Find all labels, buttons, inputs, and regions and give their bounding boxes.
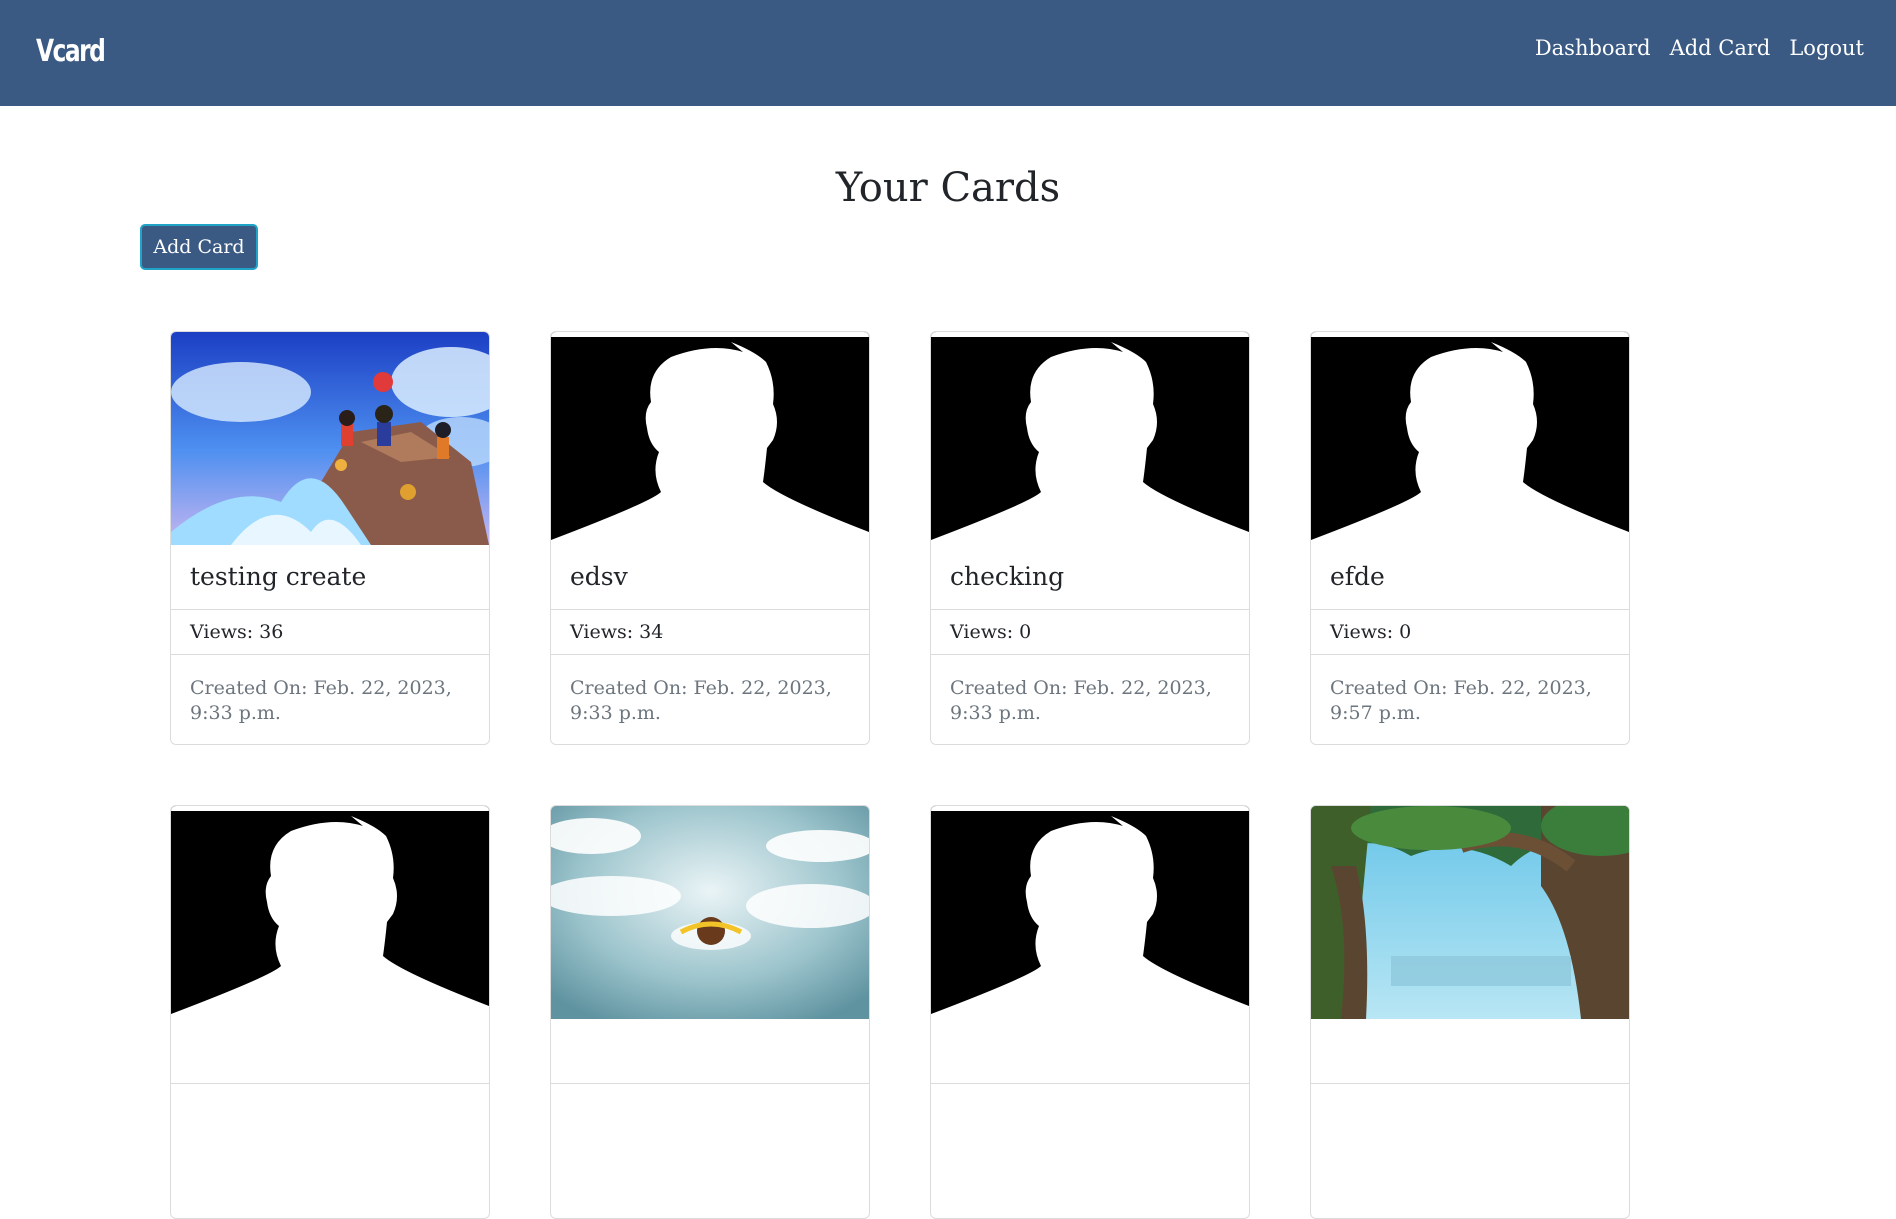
card-title <box>171 1019 489 1084</box>
card[interactable]: checking Views: 0 Created On: Feb. 22, 2… <box>930 331 1250 745</box>
nav-link-add-card[interactable]: Add Card <box>1670 36 1771 60</box>
top-navbar: Vcard Dashboard Add Card Logout <box>0 0 1896 106</box>
page-title: Your Cards <box>835 165 1061 211</box>
nav-link-logout[interactable]: Logout <box>1789 36 1864 60</box>
card[interactable] <box>930 805 1250 1219</box>
card-views: Views: 0 <box>931 610 1249 655</box>
card-grid: testing create Views: 36 Created On: Feb… <box>170 331 1630 1219</box>
nav-links: Dashboard Add Card Logout <box>1535 36 1864 60</box>
card-title: efde <box>1311 545 1629 610</box>
card[interactable]: edsv Views: 34 Created On: Feb. 22, 2023… <box>550 331 870 745</box>
card-image-silhouette <box>171 806 489 1019</box>
card-title: edsv <box>551 545 869 610</box>
card-title <box>1311 1019 1629 1084</box>
card-image-anime-beach <box>171 332 489 545</box>
card-image-forest-tree <box>1311 806 1629 1019</box>
card-created-date: Created On: Feb. 22, 2023, 9:33 p.m. <box>570 677 832 724</box>
card[interactable]: testing create Views: 36 Created On: Feb… <box>170 331 490 745</box>
brand-logo[interactable]: Vcard <box>36 34 106 69</box>
card[interactable] <box>1310 805 1630 1219</box>
card-image-silhouette <box>931 332 1249 545</box>
card-title: testing create <box>171 545 489 610</box>
card-created-date: Created On: Feb. 22, 2023, 9:33 p.m. <box>950 677 1212 724</box>
card-views: Views: 34 <box>551 610 869 655</box>
card[interactable] <box>550 805 870 1219</box>
card-image-sky-clouds <box>551 806 869 1019</box>
nav-link-dashboard[interactable]: Dashboard <box>1535 36 1651 60</box>
card[interactable] <box>170 805 490 1219</box>
card[interactable]: efde Views: 0 Created On: Feb. 22, 2023,… <box>1310 331 1630 745</box>
card-views: Views: 36 <box>171 610 489 655</box>
card-image-silhouette <box>931 806 1249 1019</box>
card-title: checking <box>931 545 1249 610</box>
card-created-date: Created On: Feb. 22, 2023, 9:33 p.m. <box>190 677 452 724</box>
card-image-silhouette <box>1311 332 1629 545</box>
card-views: Views: 0 <box>1311 610 1629 655</box>
card-title <box>551 1019 869 1084</box>
card-image-silhouette <box>551 332 869 545</box>
add-card-button[interactable]: Add Card <box>140 224 258 270</box>
card-created-date: Created On: Feb. 22, 2023, 9:57 p.m. <box>1330 677 1592 724</box>
card-title <box>931 1019 1249 1084</box>
